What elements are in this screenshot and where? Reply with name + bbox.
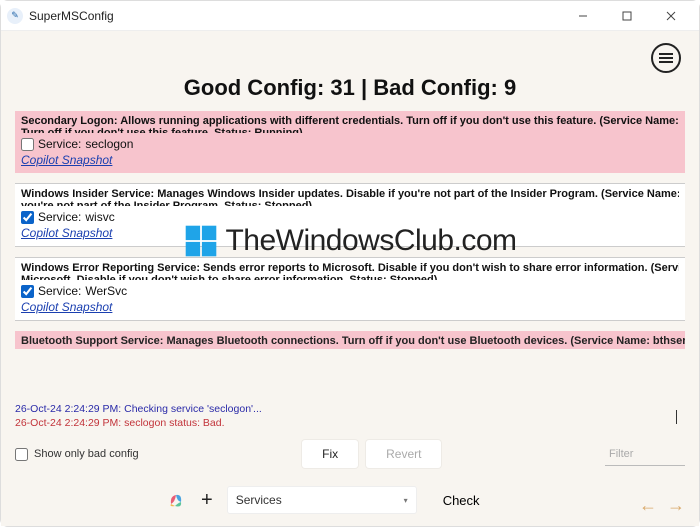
copilot-icon[interactable] bbox=[165, 489, 187, 511]
revert-button[interactable]: Revert bbox=[366, 440, 441, 468]
config-desc-truncated: you're not part of the Insider Program. … bbox=[21, 200, 679, 206]
add-button[interactable]: + bbox=[195, 489, 219, 512]
log-line: 26-Oct-24 2:24:29 PM: seclogon status: B… bbox=[15, 416, 685, 430]
service-name: wisvc bbox=[85, 210, 114, 224]
config-desc: Windows Error Reporting Service: Sends e… bbox=[21, 262, 679, 274]
config-item[interactable]: Secondary Logon: Allows running applicat… bbox=[15, 111, 685, 173]
nav-forward-button[interactable]: → bbox=[667, 495, 685, 516]
text-caret bbox=[676, 410, 677, 424]
config-item-partial[interactable]: Bluetooth Support Service: Manages Bluet… bbox=[15, 331, 685, 349]
page-body: Good Config: 31 | Bad Config: 9 Secondar… bbox=[1, 31, 699, 526]
nav-arrows: ← → bbox=[639, 495, 685, 516]
log-line: 26-Oct-24 2:24:29 PM: Checking service '… bbox=[15, 402, 685, 416]
app-title: SuperMSConfig bbox=[29, 9, 114, 23]
copilot-snapshot-link[interactable]: Copilot Snapshot bbox=[21, 226, 679, 240]
service-prefix: Service: bbox=[38, 137, 81, 151]
check-button[interactable]: Check bbox=[425, 486, 498, 514]
category-select[interactable]: Services ▾ bbox=[227, 486, 417, 514]
config-desc-truncated: Microsoft. Disable if you don't wish to … bbox=[21, 274, 679, 280]
config-list[interactable]: Secondary Logon: Allows running applicat… bbox=[15, 111, 685, 398]
config-desc-truncated: Turn off if you don't use this feature. … bbox=[21, 127, 679, 133]
close-button[interactable] bbox=[649, 2, 693, 30]
app-icon: ✎ bbox=[7, 8, 23, 24]
show-only-bad-checkbox[interactable] bbox=[15, 448, 28, 461]
minimize-button[interactable] bbox=[561, 2, 605, 30]
service-prefix: Service: bbox=[38, 284, 81, 298]
fix-button[interactable]: Fix bbox=[302, 440, 358, 468]
filter-input[interactable] bbox=[605, 442, 685, 466]
service-prefix: Service: bbox=[38, 210, 81, 224]
service-name: WerSvc bbox=[85, 284, 127, 298]
config-item[interactable]: Windows Error Reporting Service: Sends e… bbox=[15, 257, 685, 321]
controls-row: Show only bad config Fix Revert bbox=[15, 440, 685, 468]
menu-button[interactable] bbox=[651, 43, 681, 73]
service-checkbox[interactable] bbox=[21, 138, 34, 151]
config-desc: Windows Insider Service: Manages Windows… bbox=[21, 188, 679, 200]
log-panel: 26-Oct-24 2:24:29 PM: Checking service '… bbox=[15, 402, 685, 430]
select-value: Services bbox=[236, 493, 282, 507]
config-summary: Good Config: 31 | Bad Config: 9 bbox=[15, 75, 685, 101]
hamburger-icon bbox=[659, 53, 673, 63]
config-desc: Secondary Logon: Allows running applicat… bbox=[21, 115, 679, 127]
nav-back-button[interactable]: ← bbox=[639, 495, 657, 516]
service-checkbox[interactable] bbox=[21, 211, 34, 224]
bottom-row: + Services ▾ Check ← → bbox=[15, 482, 685, 516]
show-only-bad-toggle[interactable]: Show only bad config bbox=[15, 448, 139, 461]
titlebar: ✎ SuperMSConfig bbox=[1, 1, 699, 31]
maximize-button[interactable] bbox=[605, 2, 649, 30]
service-checkbox[interactable] bbox=[21, 285, 34, 298]
config-item[interactable]: Windows Insider Service: Manages Windows… bbox=[15, 183, 685, 247]
service-name: seclogon bbox=[85, 137, 133, 151]
window-controls bbox=[561, 2, 693, 30]
show-only-bad-label: Show only bad config bbox=[34, 448, 139, 460]
copilot-snapshot-link[interactable]: Copilot Snapshot bbox=[21, 300, 679, 314]
chevron-down-icon: ▾ bbox=[404, 496, 408, 505]
copilot-snapshot-link[interactable]: Copilot Snapshot bbox=[21, 153, 679, 167]
